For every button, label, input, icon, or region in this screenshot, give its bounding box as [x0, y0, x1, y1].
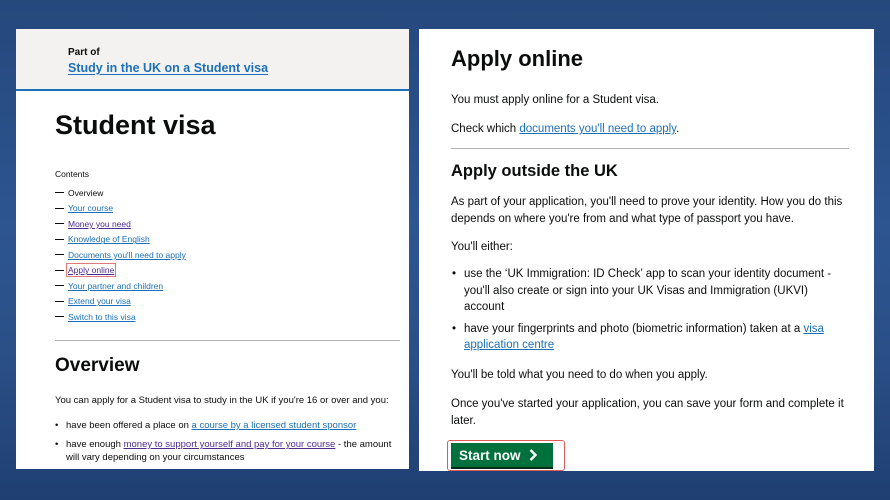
- toc-dash: [55, 207, 64, 209]
- overview-bullet-list: have been offered a place on a course by…: [55, 419, 396, 469]
- toc-item[interactable]: Documents you'll need to apply: [55, 247, 186, 263]
- toc-dash: [55, 285, 64, 287]
- apply-outside-uk-heading: Apply outside the UK: [451, 162, 618, 180]
- check-text-end: .: [676, 123, 680, 135]
- toc-item[interactable]: Extend your visa: [55, 294, 186, 310]
- toc-item[interactable]: Your course: [55, 201, 186, 217]
- toc-dash: [55, 238, 64, 240]
- toc-item[interactable]: Apply online: [55, 263, 186, 279]
- intro-text: You must apply online for a Student visa…: [451, 94, 659, 106]
- part-of-label: Part of: [68, 47, 100, 58]
- left-screenshot-panel: Part of Study in the UK on a Student vis…: [16, 29, 409, 469]
- chevron-right-icon: [529, 449, 538, 461]
- licensed-sponsor-link[interactable]: a course by a licensed student sponsor: [192, 420, 357, 431]
- toc-link[interactable]: Apply online: [65, 263, 117, 278]
- divider: [55, 340, 400, 341]
- toc-link[interactable]: Documents you'll need to apply: [68, 250, 186, 260]
- bullet-text: have enough: [66, 439, 124, 450]
- toc-item[interactable]: Knowledge of English: [55, 232, 186, 248]
- list-item: have your fingerprints and photo (biomet…: [451, 321, 851, 354]
- list-item: have enough money to support yourself an…: [55, 438, 396, 464]
- start-now-label: Start now: [459, 447, 521, 463]
- start-now-button[interactable]: Start now: [451, 443, 553, 467]
- toc-dash: [55, 269, 64, 271]
- toc-item[interactable]: Your partner and children: [55, 278, 186, 294]
- page-title: Student visa: [55, 110, 216, 140]
- bullet-text: have been offered a place on: [66, 420, 192, 431]
- toc-dash: [55, 316, 64, 318]
- toc-link[interactable]: Your course: [68, 203, 113, 213]
- toc-item: Overview: [55, 185, 186, 201]
- toc-link[interactable]: Extend your visa: [68, 296, 131, 306]
- toc-dash: [55, 192, 64, 194]
- list-item: use the ‘UK Immigration: ID Check’ app t…: [451, 266, 851, 316]
- contents-label: Contents: [55, 169, 90, 179]
- documents-link[interactable]: documents you'll need to apply: [519, 123, 676, 135]
- toc-dash: [55, 254, 64, 256]
- toc-link: Overview: [68, 187, 104, 198]
- toc-item[interactable]: Money you need: [55, 216, 186, 232]
- money-link[interactable]: money to support yourself and pay for yo…: [124, 439, 336, 450]
- identity-text: As part of your application, you'll need…: [451, 196, 843, 225]
- check-text: Check which: [451, 123, 520, 135]
- list-item: have been offered a place on a course by…: [55, 419, 396, 432]
- toc-link[interactable]: Your partner and children: [68, 281, 163, 291]
- toc-item[interactable]: Switch to this visa: [55, 309, 186, 325]
- toc-link[interactable]: Knowledge of English: [68, 234, 150, 244]
- told-text: You'll be told what you need to do when …: [451, 369, 708, 381]
- toc-dash: [55, 300, 64, 302]
- save-form-text: Once you've started your application, yo…: [451, 398, 844, 427]
- divider: [451, 148, 849, 149]
- options-list: use the ‘UK Immigration: ID Check’ app t…: [451, 266, 851, 359]
- part-of-link[interactable]: Study in the UK on a Student visa: [68, 61, 268, 75]
- contents-list: Overview Your course Money you need Knowled…: [55, 185, 186, 325]
- right-screenshot-panel: Apply online You must apply online for a…: [419, 29, 874, 471]
- overview-text: You can apply for a Student visa to stud…: [55, 395, 389, 406]
- overview-heading: Overview: [55, 355, 140, 376]
- toc-link[interactable]: Switch to this visa: [68, 312, 136, 322]
- toc-link[interactable]: Money you need: [68, 219, 131, 229]
- part-of-box: Part of Study in the UK on a Student vis…: [16, 29, 409, 91]
- apply-online-heading: Apply online: [451, 46, 583, 71]
- toc-dash: [55, 223, 64, 225]
- bullet-text: have your fingerprints and photo (biomet…: [464, 322, 804, 335]
- check-documents-text: Check which documents you'll need to app…: [451, 121, 679, 138]
- either-text: You'll either:: [451, 241, 513, 253]
